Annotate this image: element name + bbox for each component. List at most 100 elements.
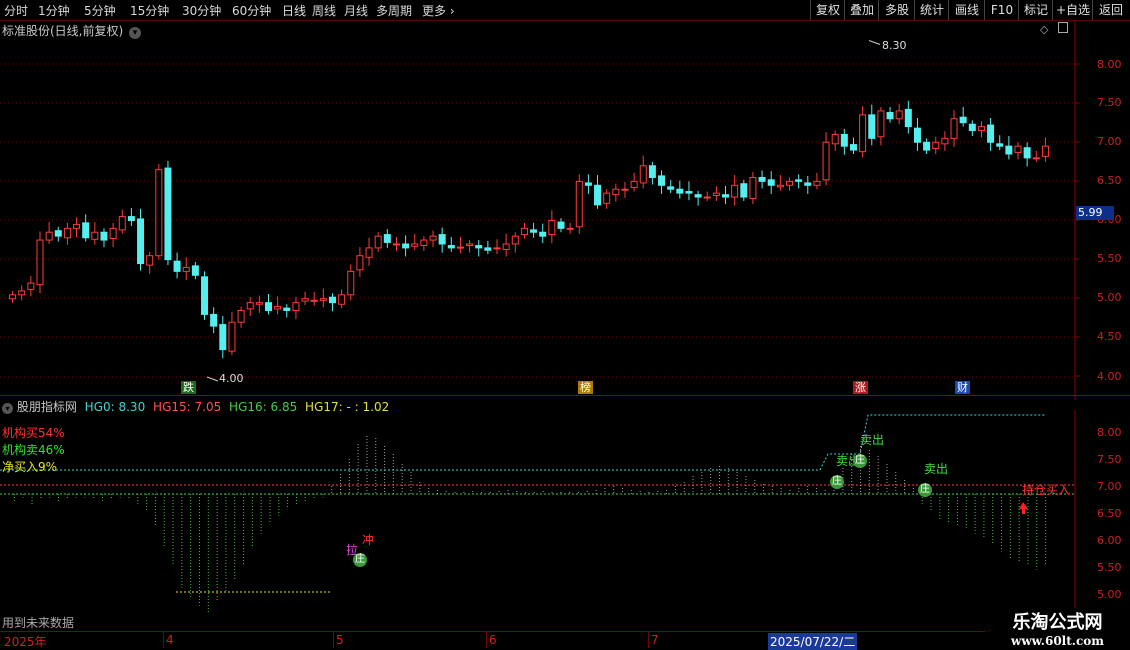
marker-die[interactable]: 跌: [181, 381, 196, 394]
date-jun: 6: [489, 633, 497, 647]
candle-body: [913, 127, 921, 143]
candle-body: [155, 169, 163, 257]
candle-body: [45, 231, 53, 241]
tf-1min[interactable]: 1分钟: [38, 2, 70, 19]
overlay-button[interactable]: 叠加: [844, 0, 879, 20]
candle-body: [658, 175, 666, 186]
price-tick-label: 6.50: [1097, 174, 1122, 187]
candle-body: [740, 183, 748, 198]
candle-body: [795, 179, 803, 182]
marker-zhang[interactable]: 涨: [853, 381, 868, 394]
indicator-tick-label: 7.00: [1097, 480, 1122, 493]
price-tick-label: 4.50: [1097, 330, 1122, 343]
candle-body: [722, 194, 730, 198]
candle-body: [667, 186, 675, 190]
date-apr: 4: [166, 633, 174, 647]
candle-body: [201, 276, 209, 315]
price-tick-label: 4.00: [1097, 370, 1122, 383]
draw-line-button[interactable]: 画线: [948, 0, 985, 20]
candle-body: [118, 216, 126, 231]
tf-15min[interactable]: 15分钟: [130, 2, 169, 19]
marker-cai[interactable]: 财: [955, 381, 970, 394]
candle-body: [237, 309, 245, 323]
candle-body: [18, 290, 26, 296]
candle-body: [347, 270, 355, 296]
legend-inst-buy: 机构买54%: [2, 426, 65, 440]
tf-30min[interactable]: 30分钟: [182, 2, 221, 19]
candle-body: [383, 234, 391, 243]
candle-body: [639, 165, 647, 184]
candle-body: [776, 184, 784, 188]
date-axis[interactable]: 2025年 4 5 6 7 2025/07/22/二: [0, 631, 1130, 650]
add-watchlist-button[interactable]: +自选: [1052, 0, 1093, 20]
candle-body: [191, 265, 199, 276]
candle-body: [950, 118, 958, 139]
panel-divider[interactable]: [0, 395, 1130, 396]
indicator-chart[interactable]: [0, 410, 1130, 615]
candle-body: [548, 220, 556, 236]
candle-body: [703, 196, 711, 199]
candlestick-chart[interactable]: [0, 20, 1130, 400]
marker-bang[interactable]: 榜: [578, 381, 593, 394]
candle-body: [27, 282, 35, 290]
candle-body: [63, 227, 71, 239]
tf-weekly[interactable]: 周线: [312, 2, 336, 19]
candle-body: [137, 218, 145, 265]
candle-body: [731, 184, 739, 198]
candle-body: [539, 231, 547, 237]
zhuang-badge-icon: 庄: [918, 483, 932, 497]
restore-button[interactable]: 复权: [810, 0, 845, 20]
candle-body: [749, 176, 757, 200]
candle-body: [73, 223, 81, 229]
candle-body: [456, 246, 464, 249]
candle-body: [283, 307, 291, 311]
candle-body: [877, 110, 885, 138]
date-tick-2: [333, 632, 334, 648]
candle-body: [219, 324, 227, 351]
tf-monthly[interactable]: 月线: [344, 2, 368, 19]
candle-body: [868, 114, 876, 139]
future-data-note: 用到未来数据: [2, 616, 75, 630]
price-tick-label: 5.50: [1097, 252, 1122, 265]
more-label: 更多: [422, 4, 447, 18]
candle-body: [813, 180, 821, 186]
date-jul: 7: [651, 633, 659, 647]
stats-button[interactable]: 统计: [914, 0, 949, 20]
candle-body: [82, 222, 90, 239]
tf-multi[interactable]: 多周期: [376, 2, 412, 19]
candle-body: [502, 243, 510, 250]
candle-body: [575, 180, 583, 228]
candle-body: [786, 180, 793, 186]
tf-more[interactable]: 更多 ›: [422, 2, 455, 19]
multi-stock-button[interactable]: 多股: [878, 0, 915, 20]
annot-hold-buy: 持仓买入: [1022, 483, 1071, 497]
candle-body: [941, 137, 949, 145]
candle-body: [987, 124, 995, 143]
candle-body: [630, 180, 638, 189]
candle-body: [767, 179, 775, 186]
candle-body: [274, 306, 282, 310]
candle-body: [255, 302, 263, 305]
mark-button[interactable]: 标记: [1018, 0, 1053, 20]
tf-5min[interactable]: 5分钟: [84, 2, 116, 19]
tf-fenshi[interactable]: 分时: [4, 2, 28, 19]
back-button[interactable]: 返回: [1092, 0, 1129, 20]
candle-body: [411, 243, 419, 247]
date-may: 5: [336, 633, 344, 647]
candle-body: [849, 144, 857, 151]
candle-body: [959, 116, 967, 124]
candle-body: [466, 243, 474, 247]
candle-body: [557, 221, 565, 229]
candle-body: [566, 227, 574, 230]
candle-body: [328, 296, 336, 304]
candle-body: [9, 294, 17, 300]
candle-body: [301, 298, 309, 302]
candle-body: [1014, 145, 1022, 153]
tf-60min[interactable]: 60分钟: [232, 2, 271, 19]
current-price-tag: 5.99: [1076, 206, 1114, 220]
candle-body: [91, 231, 99, 240]
candle-body: [603, 192, 611, 204]
f10-button[interactable]: F10: [984, 0, 1019, 20]
tf-daily[interactable]: 日线: [282, 2, 306, 19]
candle-body: [338, 294, 346, 305]
